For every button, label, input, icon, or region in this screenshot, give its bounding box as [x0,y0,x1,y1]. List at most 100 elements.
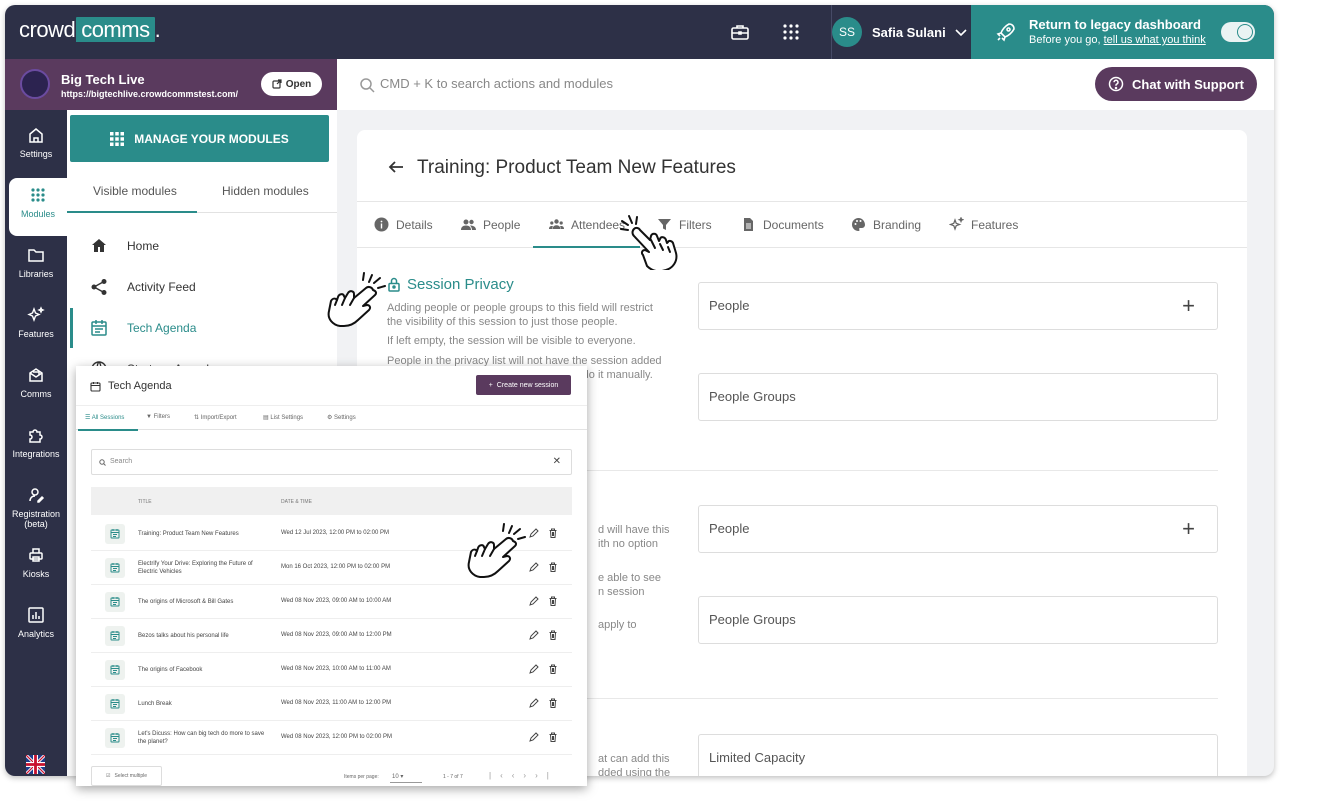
document-icon [744,218,753,231]
items-per-page-select[interactable]: 10 ▾ [390,770,422,783]
trash-icon[interactable] [548,664,558,674]
close-icon[interactable]: ✕ [553,456,561,467]
tab-branding[interactable]: Branding [851,217,921,232]
rail-analytics[interactable]: Analytics [5,598,67,656]
module-item-activity-feed[interactable]: Activity Feed [70,267,332,307]
trash-icon[interactable] [548,698,558,708]
edit-icon[interactable] [529,698,539,708]
rail-modules[interactable]: Modules [9,178,67,236]
privacy-people-field[interactable]: People + [698,282,1218,330]
text-fragment: apply to [598,619,637,631]
table-row[interactable]: The origins of Facebook Wed 08 Nov 2023,… [91,653,572,687]
manage-modules-label: MANAGE YOUR MODULES [134,131,289,146]
overlay-tabs: ☰ All Sessions ▼ Filters ⇅ Import/Export… [76,405,587,431]
feedback-link[interactable]: tell us what you think [1104,34,1206,46]
crowdcomms-logo[interactable]: crowd comms. [19,17,161,43]
event-name: Big Tech Live [61,72,145,87]
rail-registration[interactable]: Registration (beta) [5,478,67,540]
edit-icon[interactable] [529,528,539,538]
manage-modules-button[interactable]: MANAGE YOUR MODULES [70,115,329,162]
uk-flag-icon[interactable] [26,755,45,774]
pagination-controls[interactable]: |‹‹››| [489,771,558,780]
tab-attendees[interactable]: Attendees [549,217,625,232]
rail-label: Features [18,329,54,339]
table-row[interactable]: Let's Dicuss: How can big tech do more t… [91,721,572,755]
rail-label: Kiosks [22,569,50,579]
trash-icon[interactable] [548,732,558,742]
tab-filters[interactable]: ▼ Filters [146,414,170,420]
trash-icon[interactable] [548,630,558,640]
rail-libraries[interactable]: Libraries [5,238,67,296]
tab-underline [67,211,197,213]
table-row[interactable]: Lunch Break Wed 08 Nov 2023, 11:00 AM to… [91,687,572,721]
tab-hidden-modules[interactable]: Hidden modules [222,184,309,198]
add-icon[interactable]: + [1182,293,1195,319]
row-title: The origins of Facebook [138,667,203,673]
attendee-people-groups-field[interactable]: People Groups [698,596,1218,644]
search-input[interactable]: CMD + K to search actions and modules [380,76,613,91]
rail-settings[interactable]: Settings [5,118,67,176]
user-menu[interactable]: SS Safia Sulani [831,5,968,59]
rail-label: Libraries [18,269,54,279]
module-item-tech-agenda[interactable]: Tech Agenda [70,308,332,348]
create-label: Create new session [496,381,559,389]
trash-icon[interactable] [548,596,558,606]
module-item-home[interactable]: Home [70,226,332,266]
home-icon [29,128,43,143]
legacy-dashboard-banner[interactable]: Return to legacy dashboard Before you go… [971,5,1274,59]
add-icon[interactable]: + [1182,516,1195,542]
tab-visible-modules[interactable]: Visible modules [93,184,177,198]
search-bar[interactable]: CMD + K to search actions and modules Ch… [337,59,1274,110]
rail-features[interactable]: Features [5,298,67,356]
plus-icon: + [488,381,493,389]
search-icon [99,459,106,466]
rail-label: Registration [11,509,61,519]
apps-grid-icon[interactable] [781,22,801,42]
trash-icon[interactable] [548,528,558,538]
lock-icon [388,277,400,292]
row-title: Let's Dicuss: How can big tech do more t… [138,731,265,745]
info-icon [374,217,389,232]
briefcase-icon[interactable] [730,22,750,42]
tap-hand-icon [327,272,386,327]
tab-people[interactable]: People [461,217,520,232]
legacy-toggle[interactable] [1221,22,1255,42]
text-fragment: e able to see [598,572,661,584]
attendee-people-field[interactable]: People + [698,505,1218,553]
chat-support-button[interactable]: Chat with Support [1095,67,1257,101]
trash-icon[interactable] [548,562,558,572]
edit-icon[interactable] [529,562,539,572]
tab-label: List Settings [270,415,304,421]
create-session-button[interactable]: + Create new session [476,375,571,395]
table-row[interactable]: The origins of Microsoft & Bill Gates We… [91,585,572,619]
edit-icon[interactable] [529,630,539,640]
rail-comms[interactable]: Comms [5,358,67,416]
privacy-people-groups-field[interactable]: People Groups [698,373,1218,421]
tab-features[interactable]: Features [949,217,1018,232]
session-search-input[interactable]: Search ✕ [91,449,572,475]
limited-capacity-field[interactable]: Limited Capacity [698,734,1218,776]
tab-settings[interactable]: ⚙ Settings [327,414,356,421]
tab-label: Settings [334,415,356,421]
edit-icon[interactable] [529,664,539,674]
text-fragment: d will have this [598,524,670,536]
rail-kiosks[interactable]: Kiosks [5,538,67,596]
tab-all-sessions[interactable]: ☰ All Sessions [85,414,124,421]
field-label: People [709,521,750,536]
tab-import-export[interactable]: ⇅ Import/Export [194,414,237,421]
tab-documents[interactable]: Documents [741,217,824,232]
tab-list-settings[interactable]: ▤ List Settings [263,414,303,421]
search-placeholder: Search [110,458,133,465]
session-tabs: Details People Attendees Filters Documen… [357,201,1247,248]
table-footer: ☑ Select multiple Items per page: 10 ▾ 1… [91,766,572,786]
top-bar: crowd comms. SS Safia Sulani Return to le… [5,5,1274,59]
edit-icon[interactable] [529,732,539,742]
select-multiple-button[interactable]: ☑ Select multiple [91,766,162,786]
tab-details[interactable]: Details [374,217,433,232]
edit-icon[interactable] [529,596,539,606]
row-date: Wed 12 Jul 2023, 12:00 PM to 02:00 PM [281,530,389,536]
arrow-left-icon[interactable] [387,158,405,176]
table-row[interactable]: Bezos talks about his personal life Wed … [91,619,572,653]
open-event-button[interactable]: Open [261,72,322,96]
rail-integrations[interactable]: Integrations [5,418,67,476]
